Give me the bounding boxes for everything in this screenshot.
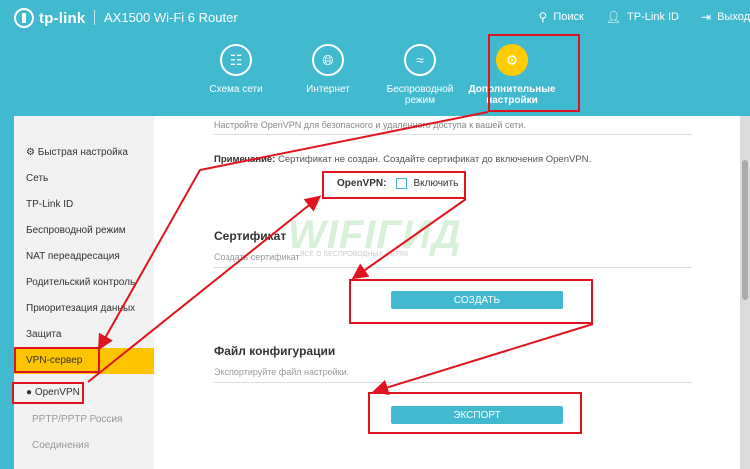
arrow-to-export <box>372 323 594 396</box>
arrow-to-create <box>351 198 467 280</box>
arrow-to-vpn-server <box>98 111 489 351</box>
arrow-to-openvpn-toggle <box>87 195 322 383</box>
annotation-arrows <box>87 111 594 396</box>
